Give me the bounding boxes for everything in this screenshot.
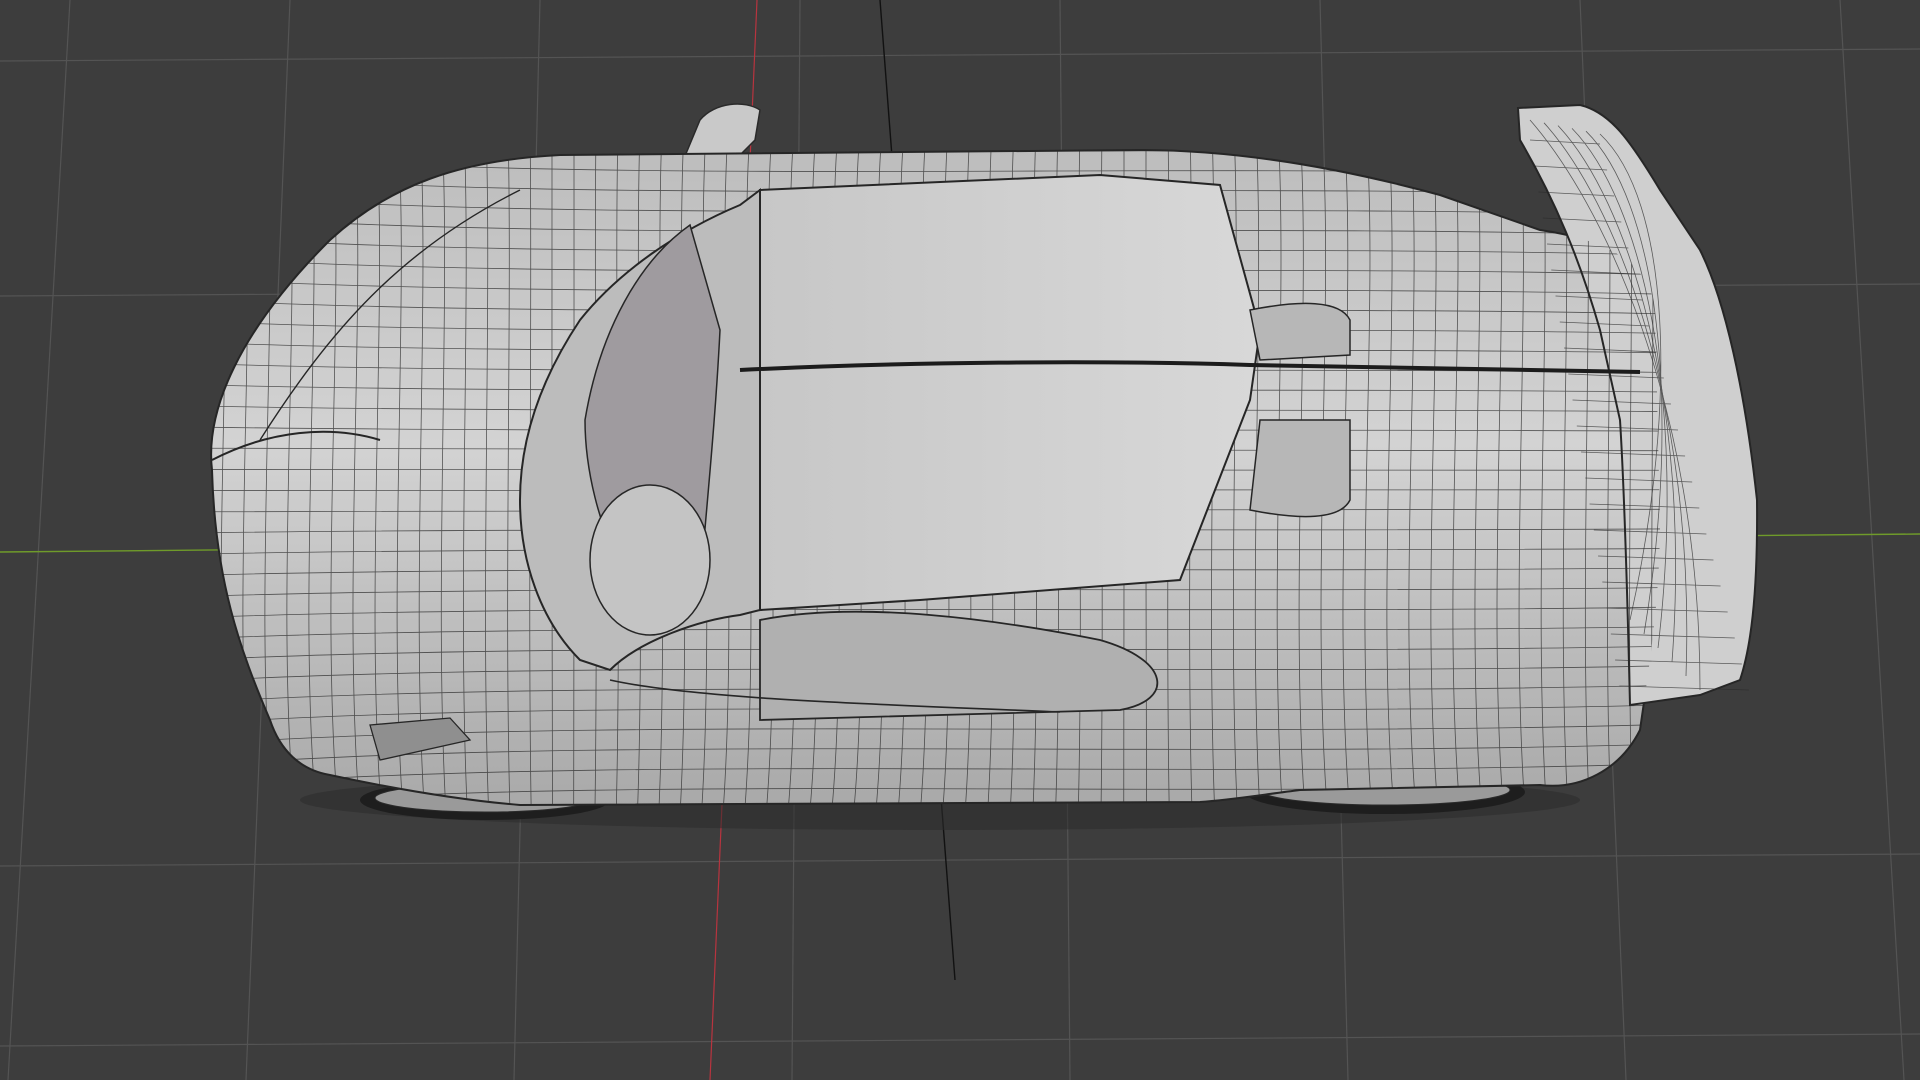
viewport-canvas[interactable]	[0, 0, 1920, 1080]
engine-intake-bottom	[1249, 419, 1351, 518]
grid-line-horizontal	[0, 1033, 1920, 1047]
grid-line-horizontal	[0, 853, 1920, 867]
steering-wheel	[589, 484, 711, 636]
engine-intake-top	[1249, 302, 1351, 361]
grid-line-vertical	[7, 0, 71, 1080]
roof-panel	[759, 173, 1262, 612]
wire-edge	[199, 130, 206, 820]
3d-viewport[interactable]	[0, 0, 1920, 1080]
car-mesh[interactable]	[190, 103, 1759, 830]
grid-line-vertical	[1839, 0, 1905, 1080]
